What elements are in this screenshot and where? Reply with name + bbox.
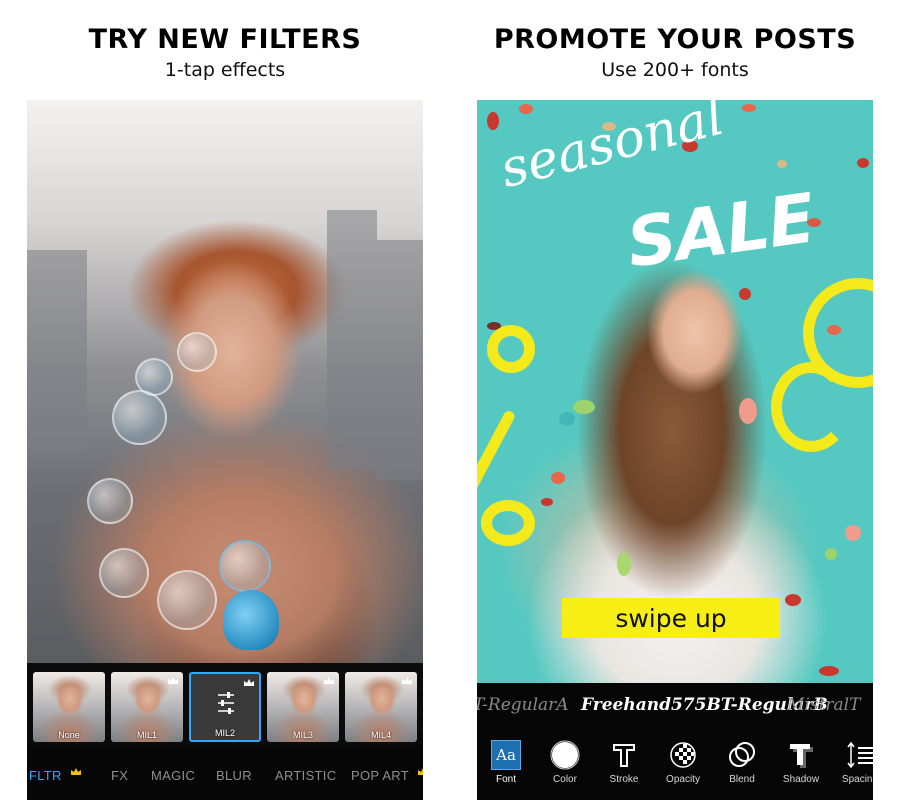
filter-thumb-none[interactable]: None bbox=[33, 672, 105, 742]
tool-stroke[interactable]: Stroke bbox=[595, 740, 653, 796]
crown-icon bbox=[402, 677, 412, 684]
bubble-bottle bbox=[223, 590, 279, 650]
tab-fx[interactable]: FX bbox=[111, 768, 128, 783]
crown-icon bbox=[244, 679, 254, 686]
filters-phone-screen: None MIL1 MIL2 MIL3 MIL4 FLTR FX MAGIC B… bbox=[27, 100, 423, 800]
crown-icon bbox=[324, 677, 334, 684]
filter-thumb-label: MIL3 bbox=[292, 730, 313, 740]
tool-label: Font bbox=[495, 774, 516, 785]
confetti bbox=[845, 525, 861, 541]
right-subheadline: Use 200+ fonts bbox=[601, 59, 749, 81]
percent-circle bbox=[481, 500, 535, 546]
confetti bbox=[819, 666, 839, 676]
confetti bbox=[857, 158, 869, 168]
filter-thumb-label: MIL2 bbox=[214, 728, 235, 738]
swipe-up-banner[interactable]: swipe up bbox=[562, 598, 780, 638]
filter-preview-photo bbox=[27, 100, 423, 663]
soap-bubble bbox=[112, 390, 167, 445]
confetti bbox=[573, 400, 595, 414]
confetti bbox=[739, 398, 757, 424]
poster-script-text[interactable]: seasonal bbox=[494, 100, 729, 200]
tool-font[interactable]: Aa Font bbox=[477, 740, 535, 796]
adjust-sliders-icon[interactable] bbox=[215, 690, 237, 716]
poster-preview: seasonal SALE swipe up bbox=[477, 100, 873, 683]
confetti bbox=[551, 472, 565, 484]
filter-thumb-mil3[interactable]: MIL3 bbox=[267, 672, 339, 742]
crown-icon bbox=[418, 768, 423, 775]
right-panel-header: PROMOTE YOUR POSTS Use 200+ fonts bbox=[450, 24, 900, 81]
tool-label: Opacity bbox=[666, 774, 700, 785]
confetti bbox=[559, 412, 575, 426]
filter-category-tabs: FLTR FX MAGIC BLUR ARTISTIC POP ART bbox=[27, 745, 423, 800]
tab-artistic[interactable]: ARTISTIC bbox=[275, 768, 336, 783]
tool-shadow[interactable]: Shadow bbox=[772, 740, 830, 796]
soap-bubble bbox=[87, 478, 133, 524]
fonts-phone-screen: seasonal SALE swipe up T-RegularA Freeha… bbox=[477, 100, 873, 800]
city-building bbox=[327, 210, 377, 470]
tab-magic[interactable]: MAGIC bbox=[151, 768, 195, 783]
left-headline: TRY NEW FILTERS bbox=[88, 24, 362, 55]
poster-sale-text[interactable]: SALE bbox=[622, 179, 819, 283]
confetti bbox=[739, 288, 751, 300]
soap-bubble bbox=[99, 548, 149, 598]
soap-bubble bbox=[157, 570, 217, 630]
font-option-regular-a[interactable]: T-RegularA bbox=[477, 695, 569, 715]
font-picker-strip: T-RegularA Freehand575BT-RegularB Mistra… bbox=[477, 683, 873, 733]
confetti bbox=[617, 552, 631, 576]
filter-thumb-mil1[interactable]: MIL1 bbox=[111, 672, 183, 742]
tab-fltr[interactable]: FLTR bbox=[29, 768, 62, 783]
confetti bbox=[541, 498, 553, 506]
confetti bbox=[487, 112, 499, 130]
tool-blend[interactable]: Blend bbox=[713, 740, 771, 796]
blend-icon bbox=[729, 742, 755, 767]
tool-label: Shadow bbox=[782, 774, 820, 785]
crown-icon bbox=[168, 677, 178, 684]
swipe-up-label: swipe up bbox=[615, 603, 727, 633]
font-icon: Aa bbox=[491, 740, 521, 770]
shadow-icon bbox=[790, 744, 813, 768]
stroke-icon bbox=[613, 744, 635, 767]
soap-bubble bbox=[177, 332, 217, 372]
filter-thumb-label: None bbox=[58, 730, 80, 740]
tool-opacity[interactable]: Opacity bbox=[654, 740, 712, 796]
confetti bbox=[785, 594, 801, 606]
confetti bbox=[742, 104, 756, 112]
tool-label: Blend bbox=[729, 774, 755, 785]
city-building bbox=[377, 240, 423, 480]
tab-blur[interactable]: BLUR bbox=[216, 768, 252, 783]
confetti bbox=[519, 104, 533, 114]
filter-thumb-label: MIL1 bbox=[136, 730, 157, 740]
confetti bbox=[777, 160, 787, 168]
tool-label: Spacing bbox=[841, 774, 873, 785]
color-icon bbox=[550, 740, 580, 770]
confetti bbox=[825, 548, 837, 560]
soap-bubble bbox=[219, 540, 271, 592]
left-panel-header: TRY NEW FILTERS 1-tap effects bbox=[0, 24, 450, 81]
spacing-icon bbox=[847, 741, 873, 769]
filter-thumb-mil2[interactable]: MIL2 bbox=[189, 672, 261, 742]
tool-color[interactable]: Color bbox=[536, 740, 594, 796]
percent-circle bbox=[487, 325, 535, 373]
city-building bbox=[27, 250, 87, 450]
filter-thumb-mil4[interactable]: MIL4 bbox=[345, 672, 417, 742]
filter-thumbnail-strip: None MIL1 MIL2 MIL3 MIL4 bbox=[27, 663, 423, 745]
filter-thumb-label: MIL4 bbox=[370, 730, 391, 740]
left-subheadline: 1-tap effects bbox=[164, 59, 286, 81]
tab-pop-art[interactable]: POP ART bbox=[351, 768, 409, 783]
font-option-mistral[interactable]: MistralT bbox=[787, 695, 860, 715]
tool-spacing[interactable]: Spacing bbox=[831, 740, 873, 796]
right-headline: PROMOTE YOUR POSTS bbox=[493, 24, 857, 55]
tool-label: Stroke bbox=[609, 774, 639, 785]
tool-label: Color bbox=[553, 774, 577, 785]
text-tool-bar: Aa Font Color Stroke Opacity Blend Shado… bbox=[477, 733, 873, 800]
crown-icon bbox=[71, 768, 81, 775]
opacity-icon bbox=[670, 742, 696, 768]
